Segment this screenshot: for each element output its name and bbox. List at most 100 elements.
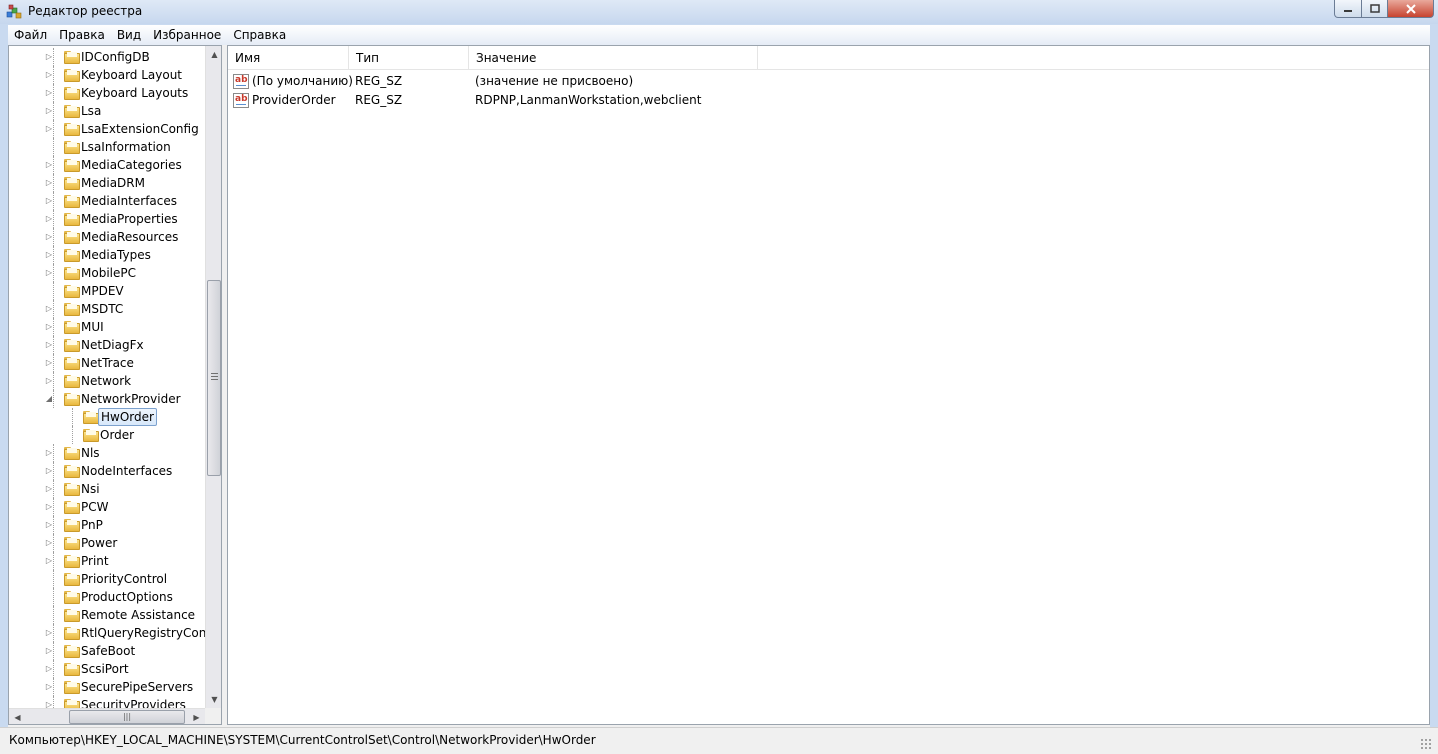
tree-item[interactable]: LsaInformation xyxy=(9,138,205,156)
tree-item-label: PriorityControl xyxy=(81,572,168,586)
tree-item[interactable]: ▷ MUI xyxy=(9,318,205,336)
tree-item[interactable]: ▷ Power xyxy=(9,534,205,552)
tree-item[interactable]: ▷ MediaResources xyxy=(9,228,205,246)
tree-vertical-scroll-thumb[interactable] xyxy=(207,280,221,476)
tree-item[interactable]: ▷ SecurePipeServers xyxy=(9,678,205,696)
tree-item[interactable]: ▷ MSDTC xyxy=(9,300,205,318)
tree-horizontal-scrollbar[interactable]: ◀ ||| ▶ xyxy=(9,708,205,724)
folder-icon xyxy=(64,321,80,334)
expand-arrow-icon[interactable]: ▷ xyxy=(44,538,54,548)
scroll-left-button[interactable]: ◀ xyxy=(9,709,26,724)
close-button[interactable] xyxy=(1388,0,1434,18)
expand-arrow-icon[interactable]: ▷ xyxy=(44,106,54,116)
tree-item[interactable]: ▷ Print xyxy=(9,552,205,570)
tree-item[interactable]: ▷ IDConfigDB xyxy=(9,48,205,66)
tree-item[interactable]: ▷ RtlQueryRegistryConfig xyxy=(9,624,205,642)
tree-item[interactable]: HwOrder xyxy=(9,408,205,426)
column-header-name[interactable]: Имя xyxy=(228,46,349,70)
tree-item[interactable]: ▷ Nls xyxy=(9,444,205,462)
expand-arrow-icon[interactable]: ▷ xyxy=(44,214,54,224)
expand-arrow-icon[interactable]: ▷ xyxy=(44,232,54,242)
minimize-button[interactable] xyxy=(1334,0,1362,18)
expand-arrow-icon[interactable]: ▷ xyxy=(44,502,54,512)
expand-arrow-icon[interactable]: ▷ xyxy=(44,448,54,458)
tree-item[interactable]: ▷ MediaProperties xyxy=(9,210,205,228)
collapse-arrow-icon[interactable]: ◢ xyxy=(44,394,54,404)
expand-arrow-icon[interactable]: ▷ xyxy=(44,646,54,656)
menu-favorites[interactable]: Избранное xyxy=(147,25,227,45)
tree-item[interactable]: ▷ SecurityProviders xyxy=(9,696,205,708)
tree-item[interactable]: ▷ Keyboard Layout xyxy=(9,66,205,84)
tree-item[interactable]: ▷ MediaCategories xyxy=(9,156,205,174)
column-header-type[interactable]: Тип xyxy=(349,46,469,70)
menu-edit[interactable]: Правка xyxy=(53,25,111,45)
tree-item[interactable]: Order xyxy=(9,426,205,444)
tree-item[interactable]: ▷ MediaDRM xyxy=(9,174,205,192)
expand-arrow-icon[interactable]: ▷ xyxy=(44,160,54,170)
expand-arrow-icon[interactable]: ▷ xyxy=(44,340,54,350)
tree-item[interactable]: ▷ NodeInterfaces xyxy=(9,462,205,480)
folder-icon xyxy=(64,141,80,154)
tree-item[interactable]: ▷ PCW xyxy=(9,498,205,516)
expand-arrow-icon[interactable]: ▷ xyxy=(44,124,54,134)
column-header-value[interactable]: Значение xyxy=(469,46,758,70)
tree-item[interactable]: ◢ NetworkProvider xyxy=(9,390,205,408)
tree-item-label: ProductOptions xyxy=(81,590,173,604)
tree-item[interactable]: ▷ SafeBoot xyxy=(9,642,205,660)
folder-icon xyxy=(64,609,80,622)
expand-arrow-icon[interactable]: ▷ xyxy=(44,358,54,368)
scroll-right-button[interactable]: ▶ xyxy=(188,709,205,724)
expand-arrow-icon[interactable]: ▷ xyxy=(44,466,54,476)
resize-grip-icon[interactable] xyxy=(1420,738,1432,750)
expand-arrow-icon[interactable]: ▷ xyxy=(44,682,54,692)
tree-item[interactable]: PriorityControl xyxy=(9,570,205,588)
tree-item[interactable]: ▷ LsaExtensionConfig xyxy=(9,120,205,138)
tree-item[interactable]: ProductOptions xyxy=(9,588,205,606)
tree-item[interactable]: ▷ Nsi xyxy=(9,480,205,498)
tree-item[interactable]: ▷ MediaInterfaces xyxy=(9,192,205,210)
folder-icon xyxy=(64,177,80,190)
tree-item[interactable]: ▷ Lsa xyxy=(9,102,205,120)
menu-file[interactable]: Файл xyxy=(8,25,53,45)
expand-arrow-icon[interactable]: ▷ xyxy=(44,52,54,62)
tree-vertical-scrollbar[interactable]: ▲ ▼ xyxy=(205,46,221,708)
expand-arrow-icon[interactable]: ▷ xyxy=(44,664,54,674)
tree-item[interactable]: ▷ MediaTypes xyxy=(9,246,205,264)
expand-arrow-icon[interactable]: ▷ xyxy=(44,304,54,314)
tree-guide-line xyxy=(72,426,73,444)
scroll-up-button[interactable]: ▲ xyxy=(206,46,221,63)
expand-arrow-icon[interactable]: ▷ xyxy=(44,88,54,98)
tree-item[interactable]: ▷ NetDiagFx xyxy=(9,336,205,354)
expand-arrow-icon[interactable]: ▷ xyxy=(44,322,54,332)
tree-item[interactable]: ▷ Keyboard Layouts xyxy=(9,84,205,102)
maximize-button[interactable] xyxy=(1362,0,1388,18)
expand-arrow-icon[interactable]: ▷ xyxy=(44,700,54,708)
expand-arrow-icon[interactable]: ▷ xyxy=(44,250,54,260)
value-row[interactable]: ab (По умолчанию) REG_SZ (значение не пр… xyxy=(228,72,1429,91)
tree-item[interactable]: ▷ PnP xyxy=(9,516,205,534)
expand-arrow-icon[interactable]: ▷ xyxy=(44,268,54,278)
tree-item[interactable]: MPDEV xyxy=(9,282,205,300)
value-row[interactable]: ab ProviderOrder REG_SZ RDPNP,LanmanWork… xyxy=(228,91,1429,110)
tree-horizontal-scroll-thumb[interactable]: ||| xyxy=(69,710,185,724)
expand-arrow-icon[interactable]: ▷ xyxy=(44,70,54,80)
tree-item[interactable]: ▷ Network xyxy=(9,372,205,390)
folder-icon xyxy=(64,375,80,388)
tree-item[interactable]: Remote Assistance xyxy=(9,606,205,624)
scroll-down-button[interactable]: ▼ xyxy=(206,691,221,708)
expand-arrow-icon[interactable]: ▷ xyxy=(44,484,54,494)
expand-arrow-icon[interactable]: ▷ xyxy=(44,376,54,386)
expand-arrow-icon[interactable]: ▷ xyxy=(44,196,54,206)
tree-item[interactable]: ▷ NetTrace xyxy=(9,354,205,372)
tree-item-label: PCW xyxy=(81,500,109,514)
expand-arrow-icon[interactable]: ▷ xyxy=(44,556,54,566)
tree-item[interactable]: ▷ ScsiPort xyxy=(9,660,205,678)
expand-arrow-icon[interactable]: ▷ xyxy=(44,178,54,188)
tree-item-label: Keyboard Layout xyxy=(81,68,183,82)
expand-arrow-icon[interactable]: ▷ xyxy=(44,628,54,638)
menu-view[interactable]: Вид xyxy=(111,25,147,45)
tree-item[interactable]: ▷ MobilePC xyxy=(9,264,205,282)
menu-help[interactable]: Справка xyxy=(227,25,292,45)
title-bar: Редактор реестра xyxy=(0,0,1438,24)
expand-arrow-icon[interactable]: ▷ xyxy=(44,520,54,530)
